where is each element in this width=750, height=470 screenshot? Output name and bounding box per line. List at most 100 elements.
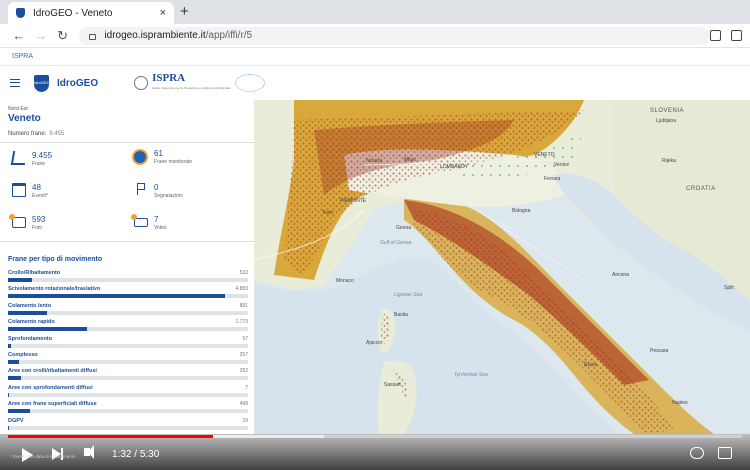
stat-frane[interactable]: 9.455 Frane [10,151,132,167]
bar-value: 1.773 [235,319,248,326]
stat-value: 593 [32,215,46,224]
lock-icon [89,33,97,40]
bar-row[interactable]: Sprofondamento 57 [8,336,248,352]
map-label-novara: Novara [366,158,383,164]
autoplay-toggle-icon[interactable] [690,447,704,459]
region-title: Veneto [8,113,41,124]
browser-tab[interactable]: IdroGEO - Veneto × [8,2,174,24]
bookmark-ispra[interactable]: ISPRA [12,53,33,60]
bar-label: DGPV [8,417,24,424]
close-tab-icon[interactable]: × [160,7,166,19]
map-label-pescara: Pescara [650,348,669,354]
bar-row[interactable]: Colamento lento 881 [8,303,248,319]
bar-label: Scivolamento rotazionale/traslativo [8,286,101,293]
volume-icon[interactable] [84,445,94,459]
bar-row[interactable]: Aree con crolli/ribaltamenti diffusi 282 [8,368,248,384]
bar-track [8,409,248,414]
stat-foto[interactable]: 593 Foto [9,214,132,231]
bar [8,409,31,414]
browser-toolbar: ← → ↻ idrogeo.isprambiente.it/app/iffi/r… [0,24,750,48]
stat-eventi[interactable]: 48 Eventi* [12,183,132,199]
stat-value: 7 [154,215,159,224]
time-current: 1:32 [112,449,132,460]
idrogeo-logo: IdroGEO [34,74,50,92]
bar-row[interactable]: Aree con sprofondamenti diffusi 7 [8,385,248,401]
video-progress-bar[interactable] [8,435,742,438]
bar-value: 257 [239,351,248,358]
bar [8,376,21,381]
bar-row[interactable]: Crollo/Ribaltamento 533 [8,270,248,286]
buffered-bar [212,435,324,438]
stats-grid: 9.455 Frane 61 Frane monitorate 48 Eventi* … [0,142,254,242]
bar-track [8,310,248,315]
bar-value: 57 [242,335,248,342]
bar-row[interactable]: DGPV 19 [8,418,248,434]
address-bar[interactable]: idrogeo.isprambiente.it/app/iffi/r/5 [79,26,711,45]
chart-title: Frane per tipo di movimento [8,256,103,263]
reload-icon[interactable]: ↻ [52,28,74,44]
menu-icon[interactable] [10,79,20,87]
bar-label: Aree con sprofondamenti diffusi [8,384,93,391]
map-label-rijeka: Rijeka [662,158,676,164]
stat-label: Frane monitorate [154,159,193,165]
map-label-croatia: CROATIA [686,186,716,192]
bar-track [8,278,248,282]
bar-label: Crollo/Ribaltamento [8,270,61,276]
forward-icon[interactable]: → [30,28,52,43]
url-path: /app/iffi/r/5 [205,30,253,41]
count-value: 9.455 [49,131,65,137]
bar-value: 282 [239,368,248,375]
monitoring-icon [132,149,148,165]
subtitles-icon[interactable] [718,447,732,459]
bar-track [8,425,248,430]
landslide-map[interactable]: SLOVENIA Ljubljana Milan VENETO Venice L… [254,100,750,434]
stat-monitorate[interactable]: 61 Frane monitorate [132,149,252,165]
profile-icon[interactable] [731,30,743,41]
bar-row[interactable]: Scivolamento rotazionale/traslativo 4.883 [8,286,248,302]
bar-track [8,359,248,364]
bar [8,392,9,397]
stat-value: 0 [154,183,159,192]
map-label-ligurian: Ligurian Sea [394,292,423,298]
map-label-gulf-genoa: Gulf of Genoa [380,240,412,246]
map-label-slovenia: SLOVENIA [650,108,685,114]
bar-track [8,376,248,381]
bar [8,359,20,364]
bar [8,327,87,332]
map-label-veneto: VENETO [534,152,555,158]
stat-segnalazioni[interactable]: 0 Segnalazioni [134,183,254,199]
ispra-logo: ISPRA Istituto Superiore per la Protezio… [152,73,231,93]
bar-row[interactable]: Aree con frane superficiali diffuse 498 [8,401,248,417]
bar-row[interactable]: Colamento rapido 1.773 [8,319,248,335]
map-label-rome: Rome [584,362,598,368]
extension-icon[interactable] [710,30,722,41]
bar-label: Colamento lento [8,302,52,309]
stat-label: Frane [32,161,46,167]
bookmarks-bar: ISPRA [0,48,750,66]
app-name: IdroGEO [57,77,99,89]
map-label-ajaccio: Ajaccio [366,340,383,346]
bar-value: 881 [239,302,248,309]
bar [8,294,226,299]
stat-value: 61 [154,149,163,158]
map-label-split: Split [724,285,734,291]
map-canvas [254,100,750,434]
bar [8,343,11,348]
video-controls: 1:32 / 5:30 [0,434,750,470]
favicon-icon [16,8,25,18]
bar-value: 7 [245,384,248,391]
bar [8,278,32,282]
bar-value: 498 [239,401,248,408]
ispra-subtitle: Istituto Superiore per la Protezione e l… [152,86,231,90]
browser-tab-bar: IdroGEO - Veneto × + [0,0,750,24]
back-icon[interactable]: ← [8,28,30,43]
stat-video[interactable]: 7 Video [131,214,254,231]
map-label-naples: Naples [672,400,688,406]
bar-row[interactable]: Complesso 257 [8,352,248,368]
map-label-genoa: Genoa [396,225,412,231]
flag-icon [137,183,145,195]
snpa-logo [234,74,265,92]
new-tab-button[interactable]: + [180,3,189,20]
count-label: Numero frane: [8,131,47,137]
video-icon [131,214,148,227]
